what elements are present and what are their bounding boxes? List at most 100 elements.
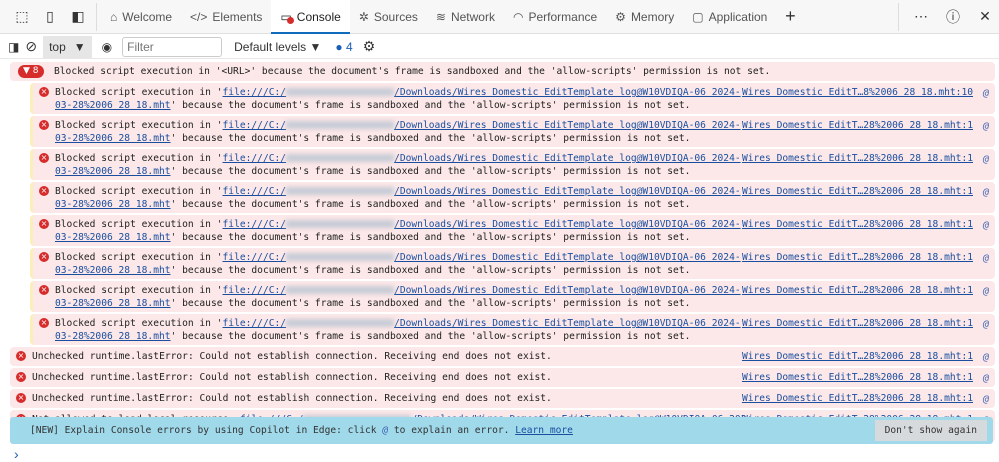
source-link[interactable]: Wires Domestic EditT…8%2006 28 18.mht:10	[742, 86, 973, 99]
count: 8	[32, 66, 39, 76]
console-messages: ▼ 8 Blocked script execution in '<URL>' …	[10, 62, 995, 444]
source-link[interactable]: Wires Domestic EditT…28%2006 28 18.mht:1	[742, 152, 973, 165]
runtime-error-message[interactable]: × Unchecked runtime.lastError: Could not …	[10, 368, 995, 387]
copilot-banner: [NEW] Explain Console errors by using Co…	[10, 417, 993, 444]
tab-label: Sources	[373, 9, 418, 24]
blocked-script-message[interactable]: × Blocked script execution in 'file:///C…	[30, 116, 995, 147]
source-link[interactable]: Wires Domestic EditT…28%2006 28 18.mht:1	[742, 350, 973, 363]
log-levels-select[interactable]: Default levels ▼	[234, 40, 321, 54]
settings-gear-icon[interactable]: ⚙	[363, 38, 376, 55]
runtime-error-message[interactable]: × Unchecked runtime.lastError: Could not …	[10, 347, 995, 366]
tab-console[interactable]: ▭ Console	[271, 0, 351, 34]
source-link[interactable]: Wires Domestic EditT…28%2006 28 18.mht:1	[742, 392, 973, 405]
message-text: Blocked script execution in '	[55, 153, 223, 164]
file-link[interactable]: file:///C://Downloads/Wires Domestic Edi…	[223, 252, 741, 263]
tab-memory[interactable]: ⚙ Memory	[606, 0, 683, 34]
context-select[interactable]: top ▼	[43, 35, 92, 58]
blocked-script-message[interactable]: × Blocked script execution in 'file:///C…	[30, 314, 995, 345]
chevron-down-icon: ▼	[73, 39, 86, 54]
blocked-script-message[interactable]: × Blocked script execution in 'file:///C…	[30, 281, 995, 312]
copilot-explain-icon[interactable]: @	[983, 372, 989, 385]
source-link[interactable]: Wires Domestic EditT…28%2006 28 18.mht:1	[742, 317, 973, 330]
source-link[interactable]: Wires Domestic EditT…28%2006 28 18.mht:1	[742, 185, 973, 198]
more-options-icon[interactable]: ⋯	[907, 3, 935, 31]
banner-text: to explain an error.	[388, 425, 516, 436]
file-link[interactable]: 03-28%2006 28 18.mht	[55, 298, 171, 309]
source-link[interactable]: Wires Domestic EditT…28%2006 28 18.mht:1	[742, 284, 973, 297]
file-link[interactable]: 03-28%2006 28 18.mht	[55, 133, 171, 144]
message-text: ' because the document's frame is sandbo…	[170, 232, 691, 243]
device-emulation-icon[interactable]: ▯	[36, 3, 64, 31]
tab-network[interactable]: ≋ Network	[427, 0, 504, 34]
bug-icon: ✲	[358, 9, 369, 24]
message-text: Blocked script execution in '	[55, 252, 223, 263]
clear-console-icon[interactable]: ⊘	[25, 38, 37, 55]
divider	[96, 2, 97, 31]
file-link[interactable]: file:///C://Downloads/Wires Domestic Edi…	[223, 285, 741, 296]
filter-input[interactable]	[122, 36, 223, 57]
group-count-badge: ▼ 8	[18, 65, 44, 78]
console-icon: ▭	[280, 10, 295, 24]
tab-label: Memory	[630, 9, 675, 24]
file-link[interactable]: file:///C://Downloads/Wires Domestic Edi…	[223, 186, 741, 197]
blocked-script-message[interactable]: × Blocked script execution in 'file:///C…	[30, 182, 995, 213]
redacted-path	[286, 319, 395, 327]
console-toolbar: ◨ ⊘ top ▼ ◉ Default levels ▼ ● 4 ⚙	[0, 35, 999, 59]
help-icon[interactable]: ⓘ	[939, 3, 967, 31]
file-link[interactable]: 03-28%2006 28 18.mht	[55, 265, 171, 276]
message-text: ' because the document's frame is sandbo…	[170, 166, 691, 177]
sidebar-toggle-icon[interactable]: ◨	[8, 40, 19, 54]
message-group[interactable]: ▼ 8 Blocked script execution in '<URL>' …	[10, 62, 995, 81]
source-link[interactable]: Wires Domestic EditT…28%2006 28 18.mht:1	[742, 251, 973, 264]
file-link[interactable]: 03-28%2006 28 18.mht	[55, 331, 171, 342]
message-text: Unchecked runtime.lastError: Could not e…	[32, 372, 552, 383]
source-link[interactable]: Wires Domestic EditT…28%2006 28 18.mht:1	[742, 119, 973, 132]
dock-side-icon[interactable]: ◧	[64, 3, 92, 31]
tab-sources[interactable]: ✲ Sources	[350, 0, 427, 34]
file-link[interactable]: 03-28%2006 28 18.mht	[55, 199, 171, 210]
copilot-explain-icon[interactable]: @	[983, 120, 989, 133]
runtime-error-message[interactable]: × Unchecked runtime.lastError: Could not …	[10, 389, 995, 408]
issues-counter[interactable]: ● 4	[335, 40, 352, 54]
banner-text: [NEW] Explain Console errors by using Co…	[30, 425, 383, 436]
file-link[interactable]: file:///C://Downloads/Wires Domestic Edi…	[223, 219, 741, 230]
tab-elements[interactable]: </> Elements	[181, 0, 271, 34]
add-tab-icon[interactable]: +	[776, 3, 804, 31]
source-link[interactable]: Wires Domestic EditT…28%2006 28 18.mht:1	[742, 218, 973, 231]
copilot-explain-icon[interactable]: @	[983, 285, 989, 298]
close-icon[interactable]: ✕	[971, 3, 999, 31]
message-text: Unchecked runtime.lastError: Could not e…	[32, 351, 552, 362]
copilot-explain-icon[interactable]: @	[983, 219, 989, 232]
file-link[interactable]: file:///C://Downloads/Wires Domestic Edi…	[223, 153, 741, 164]
live-expression-eye-icon[interactable]: ◉	[102, 40, 112, 54]
file-link[interactable]: 03-28%2006 28 18.mht	[55, 166, 171, 177]
blocked-script-message[interactable]: × Blocked script execution in 'file:///C…	[30, 83, 995, 114]
tab-welcome[interactable]: ⌂ Welcome	[101, 0, 181, 34]
copilot-explain-icon[interactable]: @	[983, 252, 989, 265]
file-link[interactable]: 03-28%2006 28 18.mht	[55, 100, 171, 111]
error-icon: ×	[39, 87, 49, 97]
dont-show-again-button[interactable]: Don't show again	[874, 420, 987, 441]
tab-performance[interactable]: ◠ Performance	[504, 0, 606, 34]
copilot-explain-icon[interactable]: @	[983, 393, 989, 406]
tab-application[interactable]: ▢ Application	[683, 0, 776, 34]
copilot-explain-icon[interactable]: @	[983, 153, 989, 166]
copilot-explain-icon[interactable]: @	[983, 186, 989, 199]
blocked-script-message[interactable]: × Blocked script execution in 'file:///C…	[30, 215, 995, 246]
copilot-explain-icon[interactable]: @	[983, 318, 989, 331]
file-link[interactable]: file:///C://Downloads/Wires Domestic Edi…	[223, 120, 741, 131]
redacted-path	[286, 121, 395, 129]
tab-label: Welcome	[122, 9, 173, 24]
file-link[interactable]: file:///C://Downloads/Wires Domestic Edi…	[223, 318, 741, 329]
copilot-explain-icon[interactable]: @	[983, 87, 989, 100]
inspect-element-icon[interactable]: ⬚	[8, 3, 36, 31]
console-prompt[interactable]: ›	[14, 446, 19, 462]
blocked-script-message[interactable]: × Blocked script execution in 'file:///C…	[30, 149, 995, 180]
file-link[interactable]: 03-28%2006 28 18.mht	[55, 232, 171, 243]
blocked-script-message[interactable]: × Blocked script execution in 'file:///C…	[30, 248, 995, 279]
copilot-explain-icon[interactable]: @	[983, 351, 989, 364]
source-link[interactable]: Wires Domestic EditT…28%2006 28 18.mht:1	[742, 371, 973, 384]
code-icon: </>	[190, 9, 208, 24]
learn-more-link[interactable]: Learn more	[515, 425, 573, 436]
file-link[interactable]: file:///C://Downloads/Wires Domestic Edi…	[223, 87, 741, 98]
